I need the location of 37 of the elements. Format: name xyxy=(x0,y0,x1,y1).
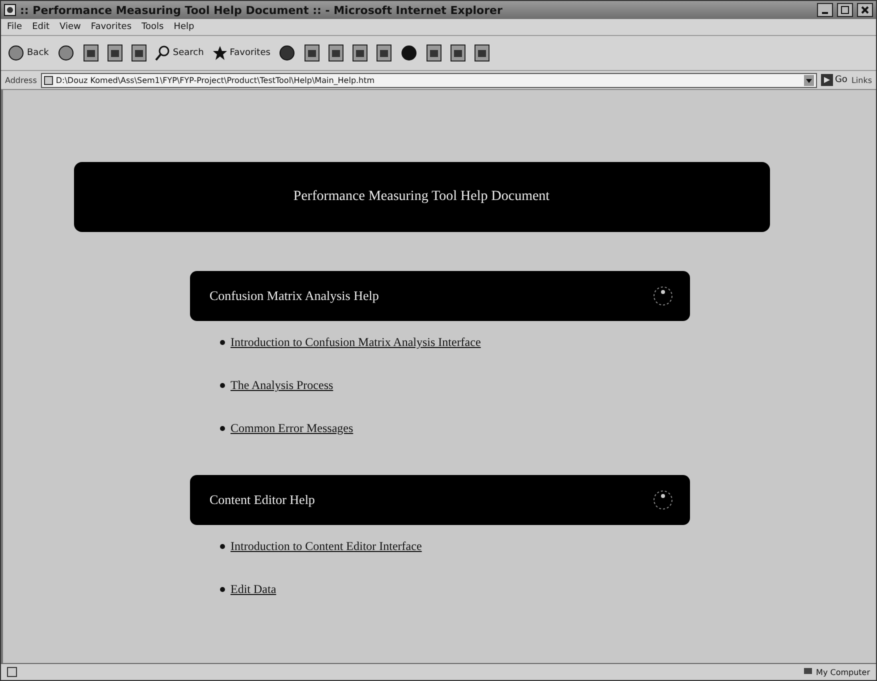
favorites-button[interactable]: Favorites xyxy=(212,45,270,61)
help-link[interactable]: The Analysis Process xyxy=(230,378,334,393)
maximize-icon xyxy=(841,6,849,14)
dropdown-icon[interactable] xyxy=(804,74,814,86)
help-link[interactable]: Edit Data xyxy=(230,582,276,597)
section-title: Confusion Matrix Analysis Help xyxy=(210,288,379,304)
window-title: :: Performance Measuring Tool Help Document :: - Microsoft Internet Explorer xyxy=(20,4,504,16)
bullet xyxy=(220,587,224,592)
help-link[interactable]: Common Error Messages xyxy=(230,421,354,436)
menu-item[interactable]: File xyxy=(7,22,22,32)
menu-item[interactable]: Edit xyxy=(32,22,50,32)
bullet xyxy=(220,544,224,549)
bullet xyxy=(220,340,224,345)
close-button[interactable] xyxy=(857,3,873,17)
back-button[interactable]: Back xyxy=(7,44,49,62)
go-button[interactable]: Go xyxy=(820,74,848,86)
menu-item[interactable]: Tools xyxy=(142,22,164,32)
maximize-button[interactable] xyxy=(837,3,853,17)
search-button[interactable]: Search xyxy=(154,45,204,61)
menu-item[interactable]: Help xyxy=(174,22,194,32)
section-title: Content Editor Help xyxy=(210,492,315,508)
links-label[interactable]: Links xyxy=(851,76,872,84)
menu-item[interactable]: Favorites xyxy=(90,22,132,32)
address-field[interactable]: D:\Douz Komed\Ass\Sem1\FYP\FYP-Project\Product\TestTool\Help\Main_Help.htm xyxy=(40,72,817,88)
address-label: Address xyxy=(5,76,37,84)
close-icon xyxy=(861,6,869,14)
star-icon xyxy=(212,45,228,61)
go-arrow-icon xyxy=(820,74,833,86)
help-link[interactable]: Introduction to Content Editor Interface xyxy=(230,539,422,554)
menu-item[interactable]: View xyxy=(60,22,81,32)
bullet xyxy=(220,426,224,431)
page-title: Performance Measuring Tool Help Document xyxy=(293,189,550,205)
minimize-button[interactable] xyxy=(817,3,833,17)
bullet xyxy=(220,383,224,388)
zone-label: My Computer xyxy=(816,668,870,676)
help-link[interactable]: Introduction to Confusion Matrix Analysis Interface xyxy=(230,335,481,350)
search-icon xyxy=(154,45,171,61)
